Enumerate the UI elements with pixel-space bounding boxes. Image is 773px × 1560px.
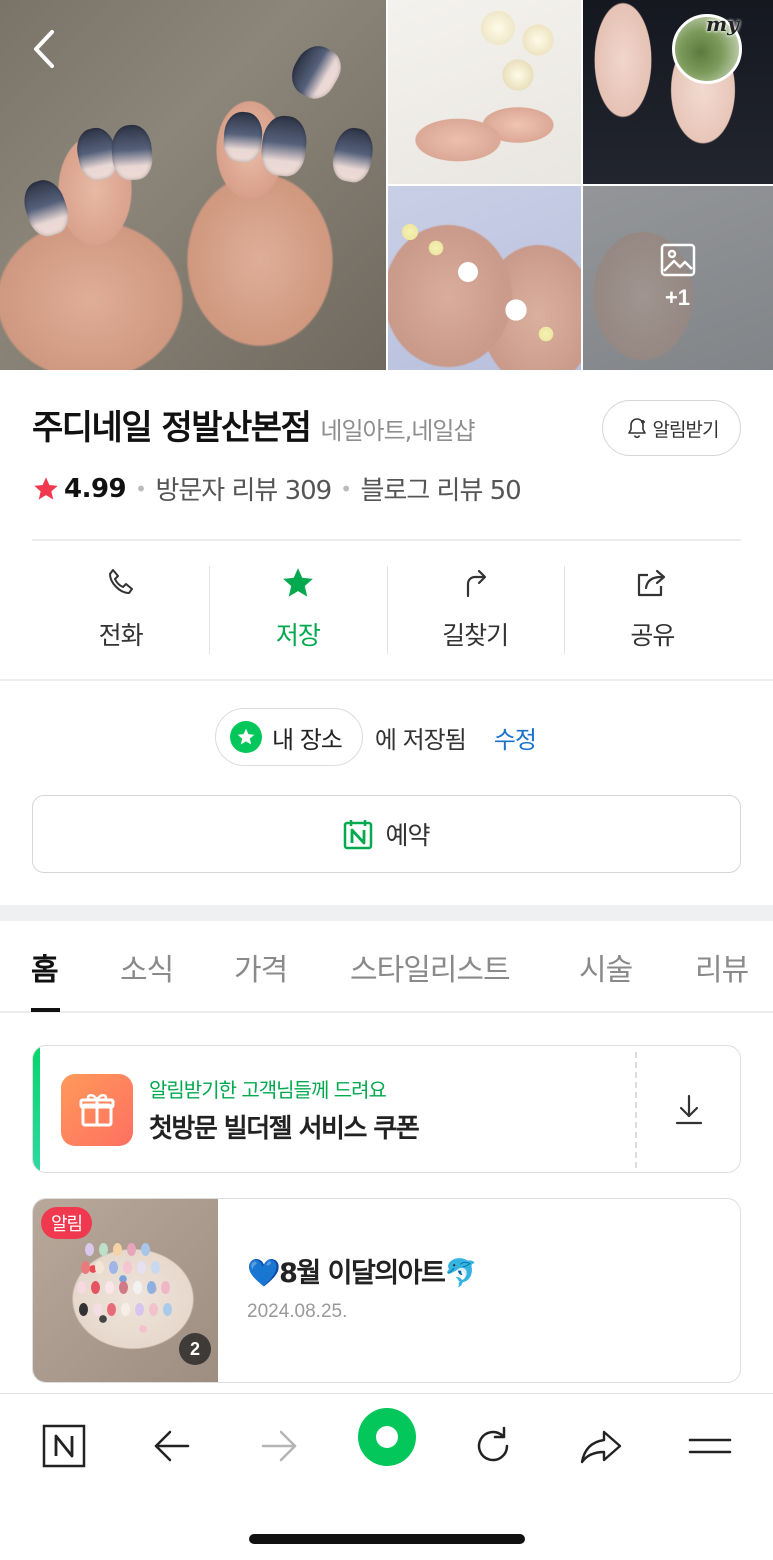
blog-reviews-link[interactable]: 블로그 리뷰 50 (361, 470, 522, 507)
notify-label: 알림받기 (652, 418, 720, 441)
tab-price[interactable]: 가격 (234, 945, 288, 989)
notify-button[interactable]: 알림받기 (602, 400, 741, 456)
more-photos-overlay[interactable]: +1 (582, 186, 773, 368)
edit-saved-link[interactable]: 수정 (494, 720, 537, 755)
active-tab-indicator (31, 1008, 60, 1012)
saved-folder-chip[interactable]: 내 장소 (215, 708, 363, 766)
call-label: 전화 (98, 621, 144, 650)
rating-score: 4.99 (64, 473, 127, 504)
coupon-perforation (635, 1052, 637, 1168)
gift-icon (61, 1074, 133, 1146)
tab-news[interactable]: 소식 (120, 945, 174, 989)
star-icon (34, 476, 58, 499)
separator-dot: • (135, 476, 147, 501)
arrow-left-icon (154, 1430, 190, 1462)
share-button[interactable]: 공유 (563, 562, 741, 654)
place-category: 네일아트,네일샵 (320, 417, 475, 445)
directions-button[interactable]: 길찾기 (386, 562, 564, 654)
directions-icon (467, 569, 487, 598)
save-label: 저장 (275, 621, 321, 650)
share-arrow-icon (580, 1430, 622, 1464)
phone-icon (108, 569, 133, 594)
browser-back-button[interactable] (148, 1422, 196, 1470)
saved-text: 에 저장됨 (374, 725, 467, 754)
coupon-subtitle: 알림받기한 고객님들께 드려요 (149, 1078, 387, 1102)
save-button[interactable]: 저장 (209, 562, 386, 654)
tab-reviews[interactable]: 리뷰 (695, 945, 749, 989)
naver-n-icon (42, 1424, 86, 1468)
reserve-label: 예약 (385, 821, 430, 850)
browser-share-button[interactable] (577, 1422, 625, 1470)
coupon-card[interactable]: 알림받기한 고객님들께 드려요 첫방문 빌더젤 서비스 쿠폰 (32, 1045, 741, 1173)
menu-icon (688, 1438, 732, 1454)
saved-folder-label: 내 장소 (272, 725, 343, 754)
share-icon (638, 569, 666, 597)
reload-icon (477, 1426, 509, 1462)
bell-plus-icon (627, 418, 646, 439)
coupon-title: 첫방문 빌더젤 서비스 쿠폰 (149, 1114, 420, 1144)
browser-forward-button[interactable] (255, 1422, 303, 1470)
arrow-right-icon (261, 1430, 297, 1462)
back-arrow-icon[interactable] (28, 28, 60, 70)
visitor-reviews-link[interactable]: 방문자 리뷰 309 (155, 470, 332, 507)
separator-dot: • (340, 476, 352, 501)
browser-menu-button[interactable] (686, 1422, 734, 1470)
directions-label: 길찾기 (442, 621, 509, 650)
green-dot-button[interactable] (358, 1408, 416, 1466)
bouquet-photo[interactable] (388, 0, 581, 184)
share-label: 공유 (630, 621, 675, 650)
news-card[interactable]: 알림 2 💙8월 이달의아트🐬 2024.08.25. (32, 1198, 741, 1383)
news-title: 💙8월 이달의아트🐬 (247, 1258, 478, 1289)
rating-row: 4.99 • 방문자 리뷰 309 • 블로그 리뷰 50 (32, 470, 522, 507)
star-filled-icon (283, 568, 313, 597)
more-photos-count: +1 (664, 285, 691, 310)
notice-badge: 알림 (41, 1207, 93, 1239)
place-name: 주디네일 정발산본점 (32, 408, 312, 448)
image-icon (660, 243, 695, 277)
saved-status-row: 내 장소 에 저장됨 수정 (215, 708, 537, 766)
call-button[interactable]: 전화 (32, 562, 209, 654)
tab-stylist[interactable]: 스타일리스트 (350, 945, 511, 989)
coupon-accent-bar (33, 1046, 40, 1172)
my-badge-label: my (706, 12, 739, 36)
action-bar: 전화 저장 길찾기 공유 (32, 562, 741, 654)
tab-home[interactable]: 홈 (31, 945, 59, 989)
news-date: 2024.08.25. (247, 1301, 348, 1322)
image-count-badge: 2 (179, 1333, 211, 1365)
naver-home-button[interactable] (40, 1422, 88, 1470)
tab-bar: 홈 소식 가격 스타일리스트 시술 리뷰 (0, 921, 773, 1013)
naver-booking-icon (344, 820, 373, 850)
reload-button[interactable] (469, 1422, 517, 1470)
place-title-row: 주디네일 정발산본점 네일아트,네일샵 (32, 400, 476, 449)
tab-treatment[interactable]: 시술 (579, 945, 633, 989)
divider (32, 539, 741, 541)
saved-star-icon (230, 721, 262, 753)
divider (0, 679, 773, 681)
pedicure-photo[interactable] (388, 186, 581, 370)
section-separator (0, 905, 773, 921)
reserve-button[interactable]: 예약 (32, 795, 741, 873)
download-icon[interactable] (669, 1090, 709, 1130)
home-indicator (249, 1534, 525, 1544)
